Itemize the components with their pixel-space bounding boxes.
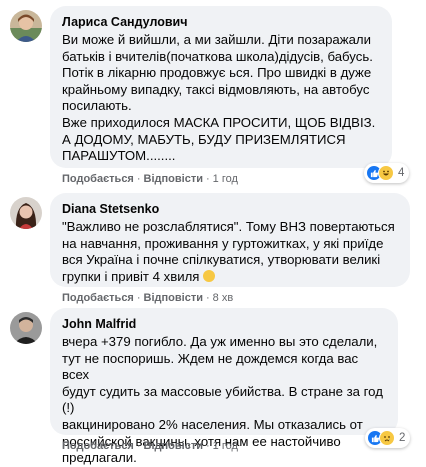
- comment-author[interactable]: Diana Stetsenko: [62, 201, 398, 217]
- avatar-photo-icon: [10, 312, 42, 344]
- sad-icon: [379, 430, 395, 446]
- comment-actions: Подобається · Відповісти · 8 хв: [62, 292, 234, 304]
- comment-author[interactable]: Лариса Сандулович: [62, 14, 380, 30]
- reply-link[interactable]: Відповісти: [144, 440, 203, 452]
- comment-actions: Подобається · Відповісти · 1 год: [62, 440, 238, 452]
- avatar[interactable]: [10, 312, 42, 344]
- comment-bubble: John Malfrid вчера +379 погибло. Да уж и…: [50, 308, 398, 465]
- comment-text: "Важливо не розслаблятися". Тому ВНЗ пов…: [62, 219, 398, 285]
- like-link[interactable]: Подобається: [62, 440, 134, 452]
- comment-time[interactable]: 8 хв: [213, 292, 234, 304]
- comment-time[interactable]: 1 год: [213, 440, 238, 452]
- like-link[interactable]: Подобається: [62, 173, 134, 185]
- comment-text-body: "Важливо не розслаблятися". Тому ВНЗ пов…: [62, 219, 395, 284]
- like-link[interactable]: Подобається: [62, 292, 134, 304]
- reaction-summary[interactable]: 2: [365, 428, 411, 448]
- comment-bubble: Лариса Сандулович Ви може й вийшли, а ми…: [50, 6, 392, 168]
- avatar[interactable]: [10, 10, 42, 42]
- comment-time[interactable]: 1 год: [213, 173, 238, 185]
- comment-bubble: Diana Stetsenko "Важливо не розслаблятис…: [50, 193, 410, 287]
- comment-text: Ви може й вийшли, а ми зайшли. Діти поза…: [62, 32, 376, 164]
- reaction-count: 2: [399, 432, 406, 444]
- reply-link[interactable]: Відповісти: [144, 292, 203, 304]
- smile-emoji-icon: [203, 269, 216, 282]
- reaction-count: 4: [398, 167, 405, 179]
- avatar-photo-icon: [10, 197, 42, 229]
- avatar-photo-icon: [10, 10, 42, 42]
- reply-link[interactable]: Відповісти: [144, 173, 203, 185]
- reaction-summary[interactable]: 4: [364, 163, 410, 183]
- avatar[interactable]: [10, 197, 42, 229]
- comment-actions: Подобається · Відповісти · 1 год: [62, 173, 238, 185]
- comment-author[interactable]: John Malfrid: [62, 316, 386, 332]
- haha-icon: [378, 165, 394, 181]
